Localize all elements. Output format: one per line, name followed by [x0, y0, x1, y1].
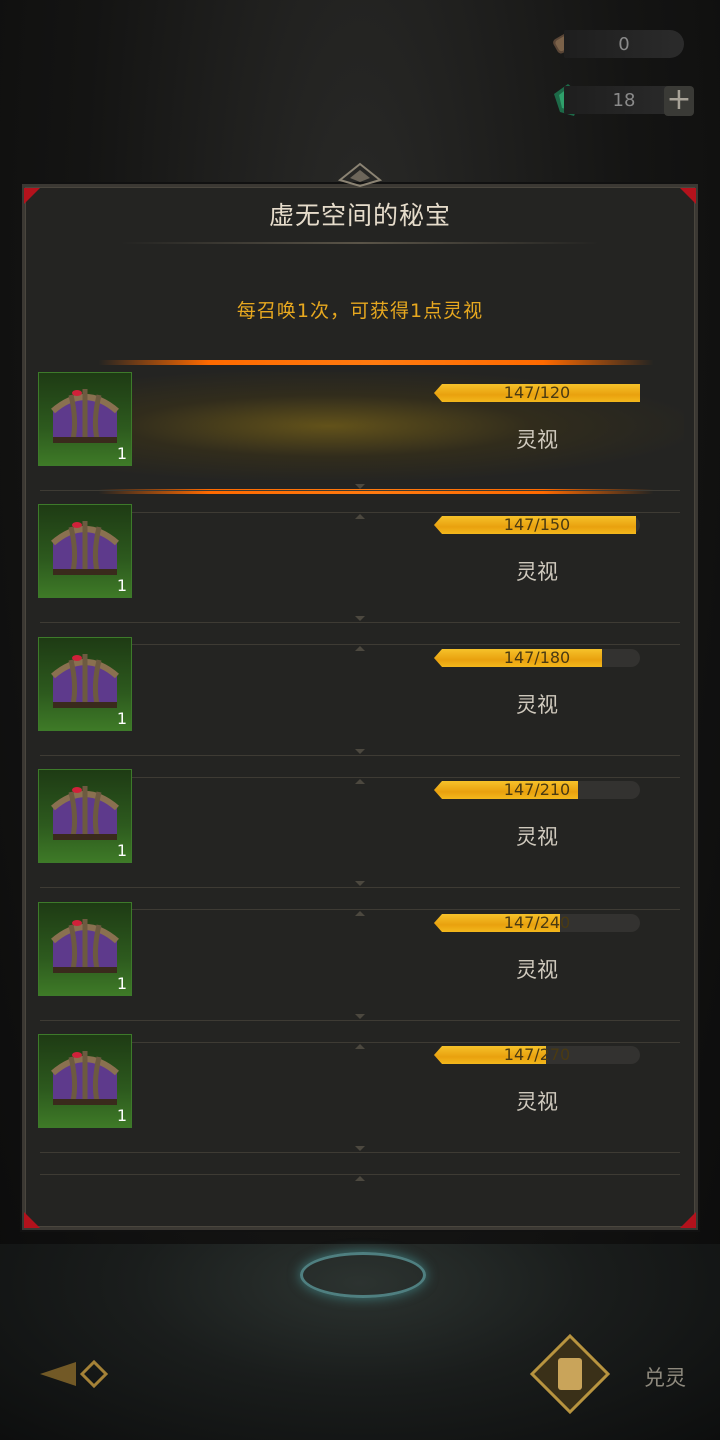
chest-item-slot[interactable]: 1	[38, 637, 132, 731]
reward-label: 灵视	[516, 428, 558, 452]
summon-portal	[300, 1252, 426, 1298]
progress-bar: 147/150	[434, 516, 640, 534]
item-quantity: 1	[116, 576, 127, 595]
reward-row[interactable]: 1 147/150 灵视	[38, 504, 684, 612]
panel-title: 虚无空间的秘宝	[268, 201, 451, 230]
card-exchange-icon[interactable]	[528, 1332, 612, 1416]
chest-item-slot[interactable]: 1	[38, 372, 132, 466]
purple-chest-icon	[51, 919, 119, 973]
chest-item-slot[interactable]: 1	[38, 504, 132, 598]
panel-subtitle: 每召唤1次，可获得1点灵视	[236, 300, 484, 322]
reward-label: 灵视	[516, 825, 558, 849]
reward-row[interactable]: 1 147/180 灵视	[38, 637, 684, 745]
purple-chest-icon	[51, 786, 119, 840]
row-divider	[40, 887, 680, 888]
row-divider	[40, 490, 680, 491]
row-divider	[40, 1020, 680, 1021]
exchange-button-label[interactable]: 兑灵	[644, 1362, 686, 1392]
item-quantity: 1	[116, 709, 127, 728]
reward-label: 灵视	[516, 693, 558, 717]
reward-row[interactable]: 1 147/270 灵视	[38, 1034, 684, 1142]
reward-label: 灵视	[516, 1090, 558, 1114]
chest-item-slot[interactable]: 1	[38, 902, 132, 996]
progress-text: 147/270	[503, 1045, 571, 1064]
progress-text: 147/210	[503, 780, 571, 799]
purple-chest-icon	[51, 389, 119, 443]
add-crystal-button[interactable]: +	[664, 85, 694, 116]
row-divider	[40, 1152, 680, 1153]
progress-bar: 147/120	[434, 384, 640, 402]
reward-row[interactable]: 1 147/120 灵视	[38, 360, 684, 494]
item-quantity: 1	[116, 841, 127, 860]
chest-item-slot[interactable]: 1	[38, 1034, 132, 1128]
purple-chest-icon	[51, 521, 119, 575]
progress-text: 147/120	[503, 383, 571, 402]
purple-chest-icon	[51, 1051, 119, 1105]
row-divider	[40, 1174, 680, 1175]
reward-row[interactable]: 1 147/240 灵视	[38, 902, 684, 1010]
item-quantity: 1	[116, 444, 127, 463]
progress-text: 147/240	[503, 913, 571, 932]
progress-bar: 147/180	[434, 649, 640, 667]
progress-text: 147/150	[503, 515, 571, 534]
reward-label: 灵视	[516, 560, 558, 584]
item-quantity: 1	[116, 1106, 127, 1125]
scroll-count: 0	[564, 30, 684, 58]
crest-ornament-icon	[338, 162, 382, 188]
progress-bar: 147/210	[434, 781, 640, 799]
row-divider	[40, 622, 680, 623]
row-divider	[40, 755, 680, 756]
title-divider	[120, 242, 600, 244]
progress-bar: 147/270	[434, 1046, 640, 1064]
reward-row[interactable]: 1 147/210 灵视	[38, 769, 684, 877]
purple-chest-icon	[51, 654, 119, 708]
chest-item-slot[interactable]: 1	[38, 769, 132, 863]
progress-bar: 147/240	[434, 914, 640, 932]
reward-label: 灵视	[516, 958, 558, 982]
progress-text: 147/180	[503, 648, 571, 667]
back-arrow-icon[interactable]	[36, 1352, 108, 1396]
item-quantity: 1	[116, 974, 127, 993]
